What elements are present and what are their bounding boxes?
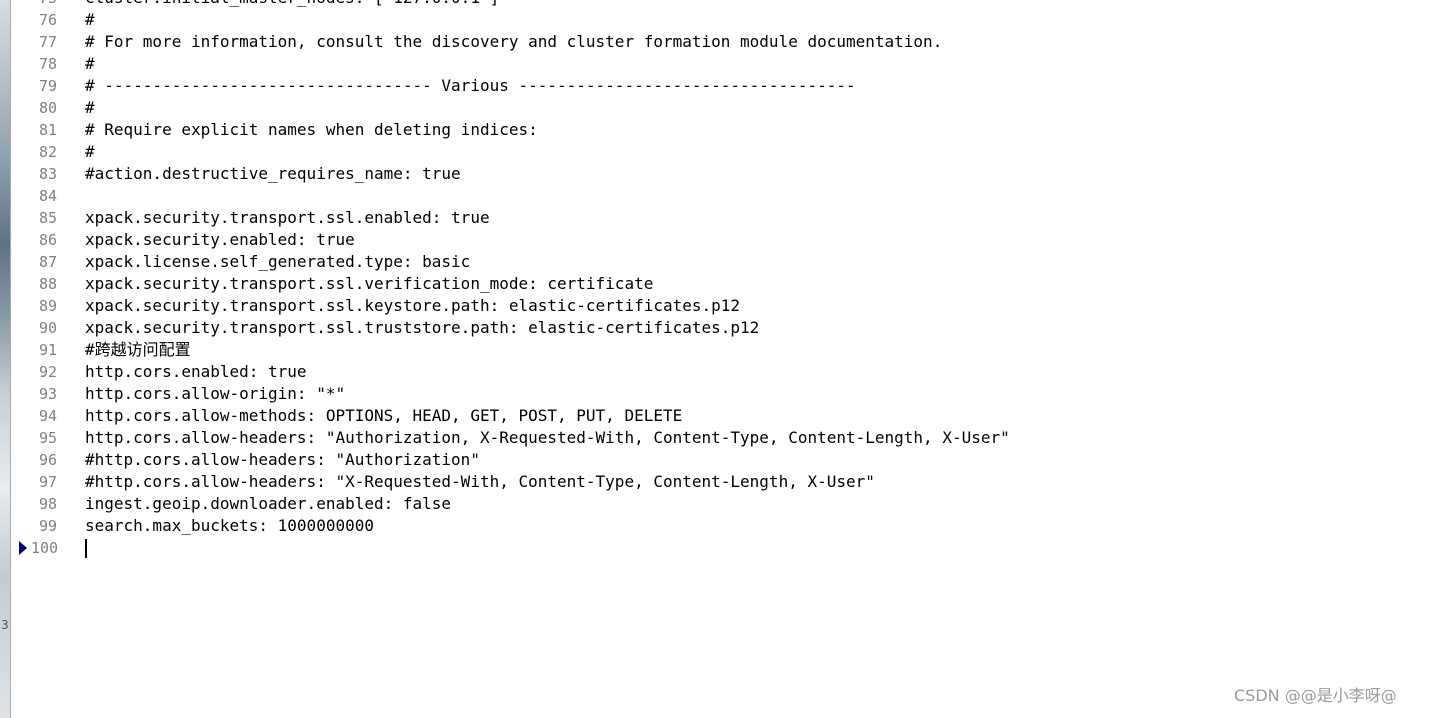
line-text[interactable]: #http.cors.allow-headers: "X-Requested-W… (85, 471, 875, 493)
line-text[interactable]: # (85, 141, 95, 163)
code-line[interactable]: 92 http.cors.enabled: true (11, 361, 1434, 383)
current-line-marker-icon (19, 541, 27, 555)
line-number: 98 (39, 495, 58, 513)
line-text[interactable]: xpack.security.enabled: true (85, 229, 355, 251)
line-number: 77 (39, 33, 58, 51)
line-number: 84 (39, 187, 58, 205)
line-text[interactable]: #跨越访问配置 (85, 339, 191, 361)
code-line[interactable]: 80 # (11, 97, 1434, 119)
code-line[interactable]: 96 #http.cors.allow-headers: "Authorizati… (11, 449, 1434, 471)
screenshot: 3 75 cluster.initial_master_nodes: ["127.… (0, 0, 1434, 718)
code-line[interactable]: 83 #action.destructive_requires_name: tru… (11, 163, 1434, 185)
line-number: 92 (39, 363, 58, 381)
line-text[interactable]: search.max_buckets: 1000000000 (85, 515, 374, 537)
line-number: 78 (39, 55, 58, 73)
line-number: 76 (39, 11, 58, 29)
line-text[interactable]: cluster.initial_master_nodes: ["127.0.0.… (85, 0, 499, 9)
code-line[interactable]: 100 (11, 537, 1434, 559)
line-number: 81 (39, 121, 58, 139)
line-text[interactable]: xpack.security.transport.ssl.keystore.pa… (85, 295, 740, 317)
line-number: 83 (39, 165, 58, 183)
line-text[interactable]: xpack.license.self_generated.type: basic (85, 251, 470, 273)
code-line[interactable]: 97 #http.cors.allow-headers: "X-Requested… (11, 471, 1434, 493)
line-text[interactable]: http.cors.allow-origin: "*" (85, 383, 345, 405)
code-line[interactable]: 78 # (11, 53, 1434, 75)
line-number: 99 (39, 517, 58, 535)
code-line[interactable]: 77 # For more information, consult the di… (11, 31, 1434, 53)
line-number: 75 (39, 0, 72, 9)
line-number: 88 (39, 275, 58, 293)
line-text[interactable]: #http.cors.allow-headers: "Authorization… (85, 449, 480, 471)
line-number: 93 (39, 385, 58, 403)
line-text[interactable]: # Require explicit names when deleting i… (85, 119, 538, 141)
code-line[interactable]: 91 #跨越访问配置 (11, 339, 1434, 361)
code-line[interactable]: 81 # Require explicit names when deleting… (11, 119, 1434, 141)
line-number: 87 (39, 253, 58, 271)
code-line[interactable]: 93 http.cors.allow-origin: "*" (11, 383, 1434, 405)
line-text[interactable]: ingest.geoip.downloader.enabled: false (85, 493, 451, 515)
line-text[interactable]: http.cors.enabled: true (85, 361, 307, 383)
code-line[interactable]: 76 # (11, 9, 1434, 31)
line-number: 90 (39, 319, 58, 337)
line-text[interactable]: xpack.security.transport.ssl.enabled: tr… (85, 207, 490, 229)
line-number: 79 (39, 77, 58, 95)
line-number: 89 (39, 297, 58, 315)
line-number: 80 (39, 99, 58, 117)
code-area[interactable]: 75 cluster.initial_master_nodes: ["127.0.… (11, 0, 1434, 718)
line-number: 95 (39, 429, 58, 447)
desktop-edge-text: 3 (1, 618, 9, 632)
code-line[interactable]: 86 xpack.security.enabled: true (11, 229, 1434, 251)
line-number: 96 (39, 451, 58, 469)
desktop-background-strip: 3 (0, 0, 10, 718)
line-number: 82 (39, 143, 58, 161)
line-text[interactable]: # For more information, consult the disc… (85, 31, 942, 53)
code-line[interactable]: 75 cluster.initial_master_nodes: ["127.0.… (11, 0, 1434, 9)
code-line[interactable]: 94 http.cors.allow-methods: OPTIONS, HEAD… (11, 405, 1434, 427)
code-line[interactable]: 89 xpack.security.transport.ssl.keystore.… (11, 295, 1434, 317)
line-text[interactable]: xpack.security.transport.ssl.verificatio… (85, 273, 653, 295)
line-number: 91 (39, 341, 58, 359)
line-text[interactable]: # ---------------------------------- Var… (85, 75, 856, 97)
text-editor[interactable]: 75 cluster.initial_master_nodes: ["127.0.… (10, 0, 1434, 718)
line-text[interactable]: http.cors.allow-headers: "Authorization,… (85, 427, 1010, 449)
line-text[interactable]: xpack.security.transport.ssl.truststore.… (85, 317, 759, 339)
code-line[interactable]: 88 xpack.security.transport.ssl.verificat… (11, 273, 1434, 295)
line-text[interactable]: # (85, 97, 95, 119)
csdn-watermark: CSDN @@是小李呀@ (1234, 686, 1397, 705)
code-line[interactable]: 85 xpack.security.transport.ssl.enabled: … (11, 207, 1434, 229)
code-line[interactable]: 98 ingest.geoip.downloader.enabled: false (11, 493, 1434, 515)
line-number: 85 (39, 209, 58, 227)
code-line[interactable]: 84 (11, 185, 1434, 207)
line-number: 86 (39, 231, 58, 249)
line-number: 94 (39, 407, 58, 425)
code-line[interactable]: 99 search.max_buckets: 1000000000 (11, 515, 1434, 537)
line-text[interactable]: # (85, 9, 95, 31)
code-line[interactable]: 90 xpack.security.transport.ssl.truststor… (11, 317, 1434, 339)
line-text[interactable]: #action.destructive_requires_name: true (85, 163, 461, 185)
code-line[interactable]: 79 # ---------------------------------- V… (11, 75, 1434, 97)
code-line[interactable]: 87 xpack.license.self_generated.type: bas… (11, 251, 1434, 273)
line-number: 100 (31, 539, 59, 557)
code-line[interactable]: 82 # (11, 141, 1434, 163)
text-cursor (85, 539, 87, 558)
line-text[interactable]: http.cors.allow-methods: OPTIONS, HEAD, … (85, 405, 682, 427)
line-text[interactable]: # (85, 53, 95, 75)
code-line[interactable]: 95 http.cors.allow-headers: "Authorizatio… (11, 427, 1434, 449)
line-number: 97 (39, 473, 58, 491)
